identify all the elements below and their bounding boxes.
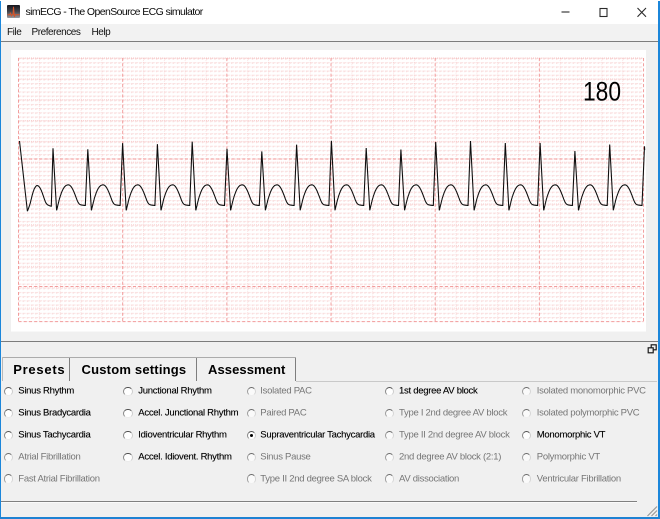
svg-text:180: 180	[583, 77, 621, 107]
